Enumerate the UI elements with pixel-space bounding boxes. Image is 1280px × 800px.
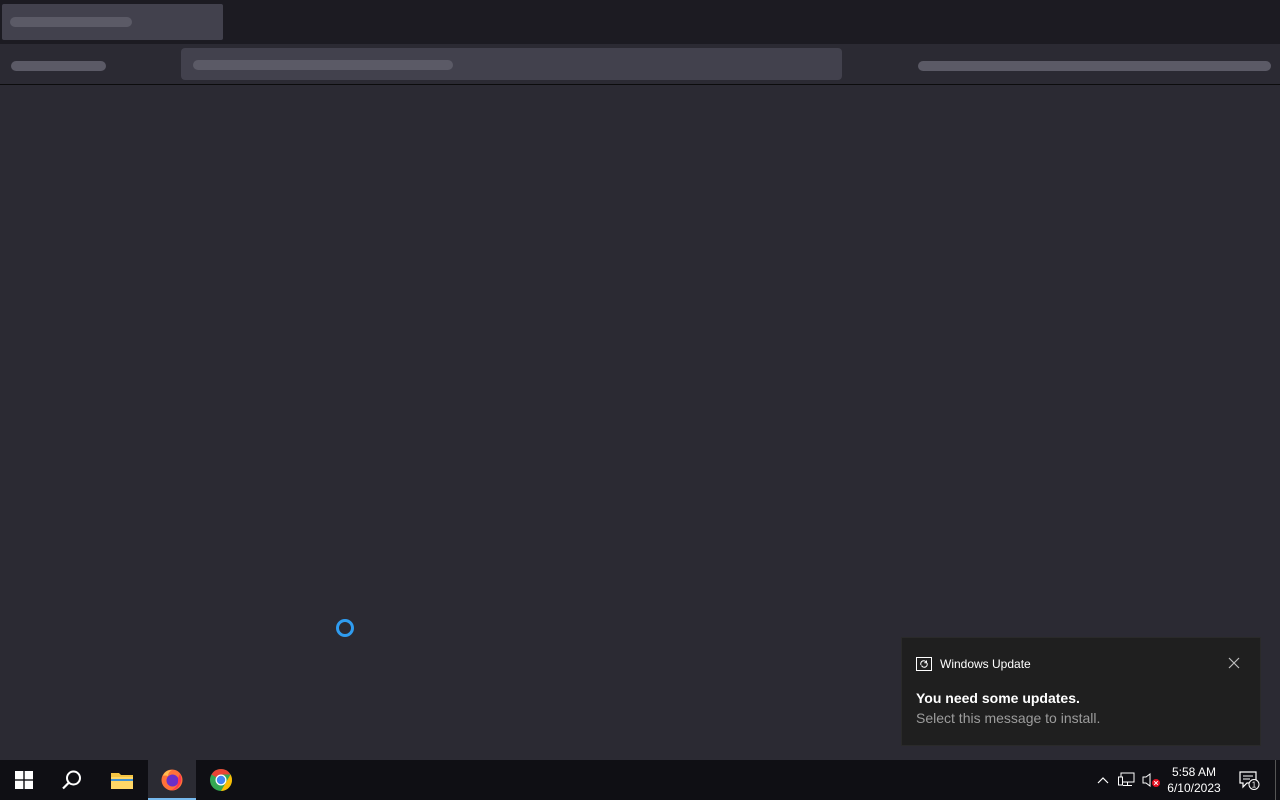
address-placeholder [193,60,453,70]
notification-icon: 1 [1239,771,1260,790]
network-button[interactable] [1116,760,1138,800]
close-icon[interactable] [1226,655,1242,671]
firefox-icon [161,769,183,791]
taskbar-file-explorer[interactable] [98,760,146,800]
loading-spinner-icon [336,619,354,637]
taskbar-chrome[interactable] [197,760,245,800]
toast-app-name: Windows Update [940,657,1031,671]
windows-update-icon [916,657,932,671]
search-icon [62,770,81,790]
toast-header: Windows Update [916,655,1031,673]
taskbar-clock[interactable]: 5:58 AM 6/10/2023 [1163,764,1225,796]
chrome-icon [210,769,232,791]
browser-tab-loading[interactable] [2,4,223,40]
chevron-up-icon [1097,777,1109,784]
toast-title: You need some updates. [916,690,1080,706]
action-center-badge: 1 [1252,781,1257,790]
browser-nav-bar [0,44,1280,85]
folder-icon [111,773,133,789]
tab-title-placeholder [10,17,132,27]
nav-buttons-placeholder [11,61,106,71]
show-desktop-button[interactable] [1275,760,1280,800]
clock-time: 5:58 AM [1171,765,1217,779]
toolbar-placeholder [918,61,1271,71]
start-button[interactable] [0,760,48,800]
browser-tab-strip [0,0,1280,44]
show-hidden-icons-button[interactable] [1094,760,1112,800]
toast-body: Select this message to install. [916,710,1101,726]
volume-button[interactable] [1140,760,1162,800]
network-icon [1118,772,1135,786]
volume-muted-icon [1142,773,1160,787]
windows-logo-icon [15,771,33,789]
action-center-button[interactable]: 1 [1234,760,1264,800]
search-button[interactable] [48,760,96,800]
clock-date: 6/10/2023 [1167,781,1221,795]
address-bar[interactable] [181,48,842,80]
taskbar-firefox[interactable] [148,760,196,800]
taskbar: 5:58 AM 6/10/2023 1 [0,760,1280,800]
windows-update-notification[interactable]: Windows Update You need some updates. Se… [901,637,1261,746]
